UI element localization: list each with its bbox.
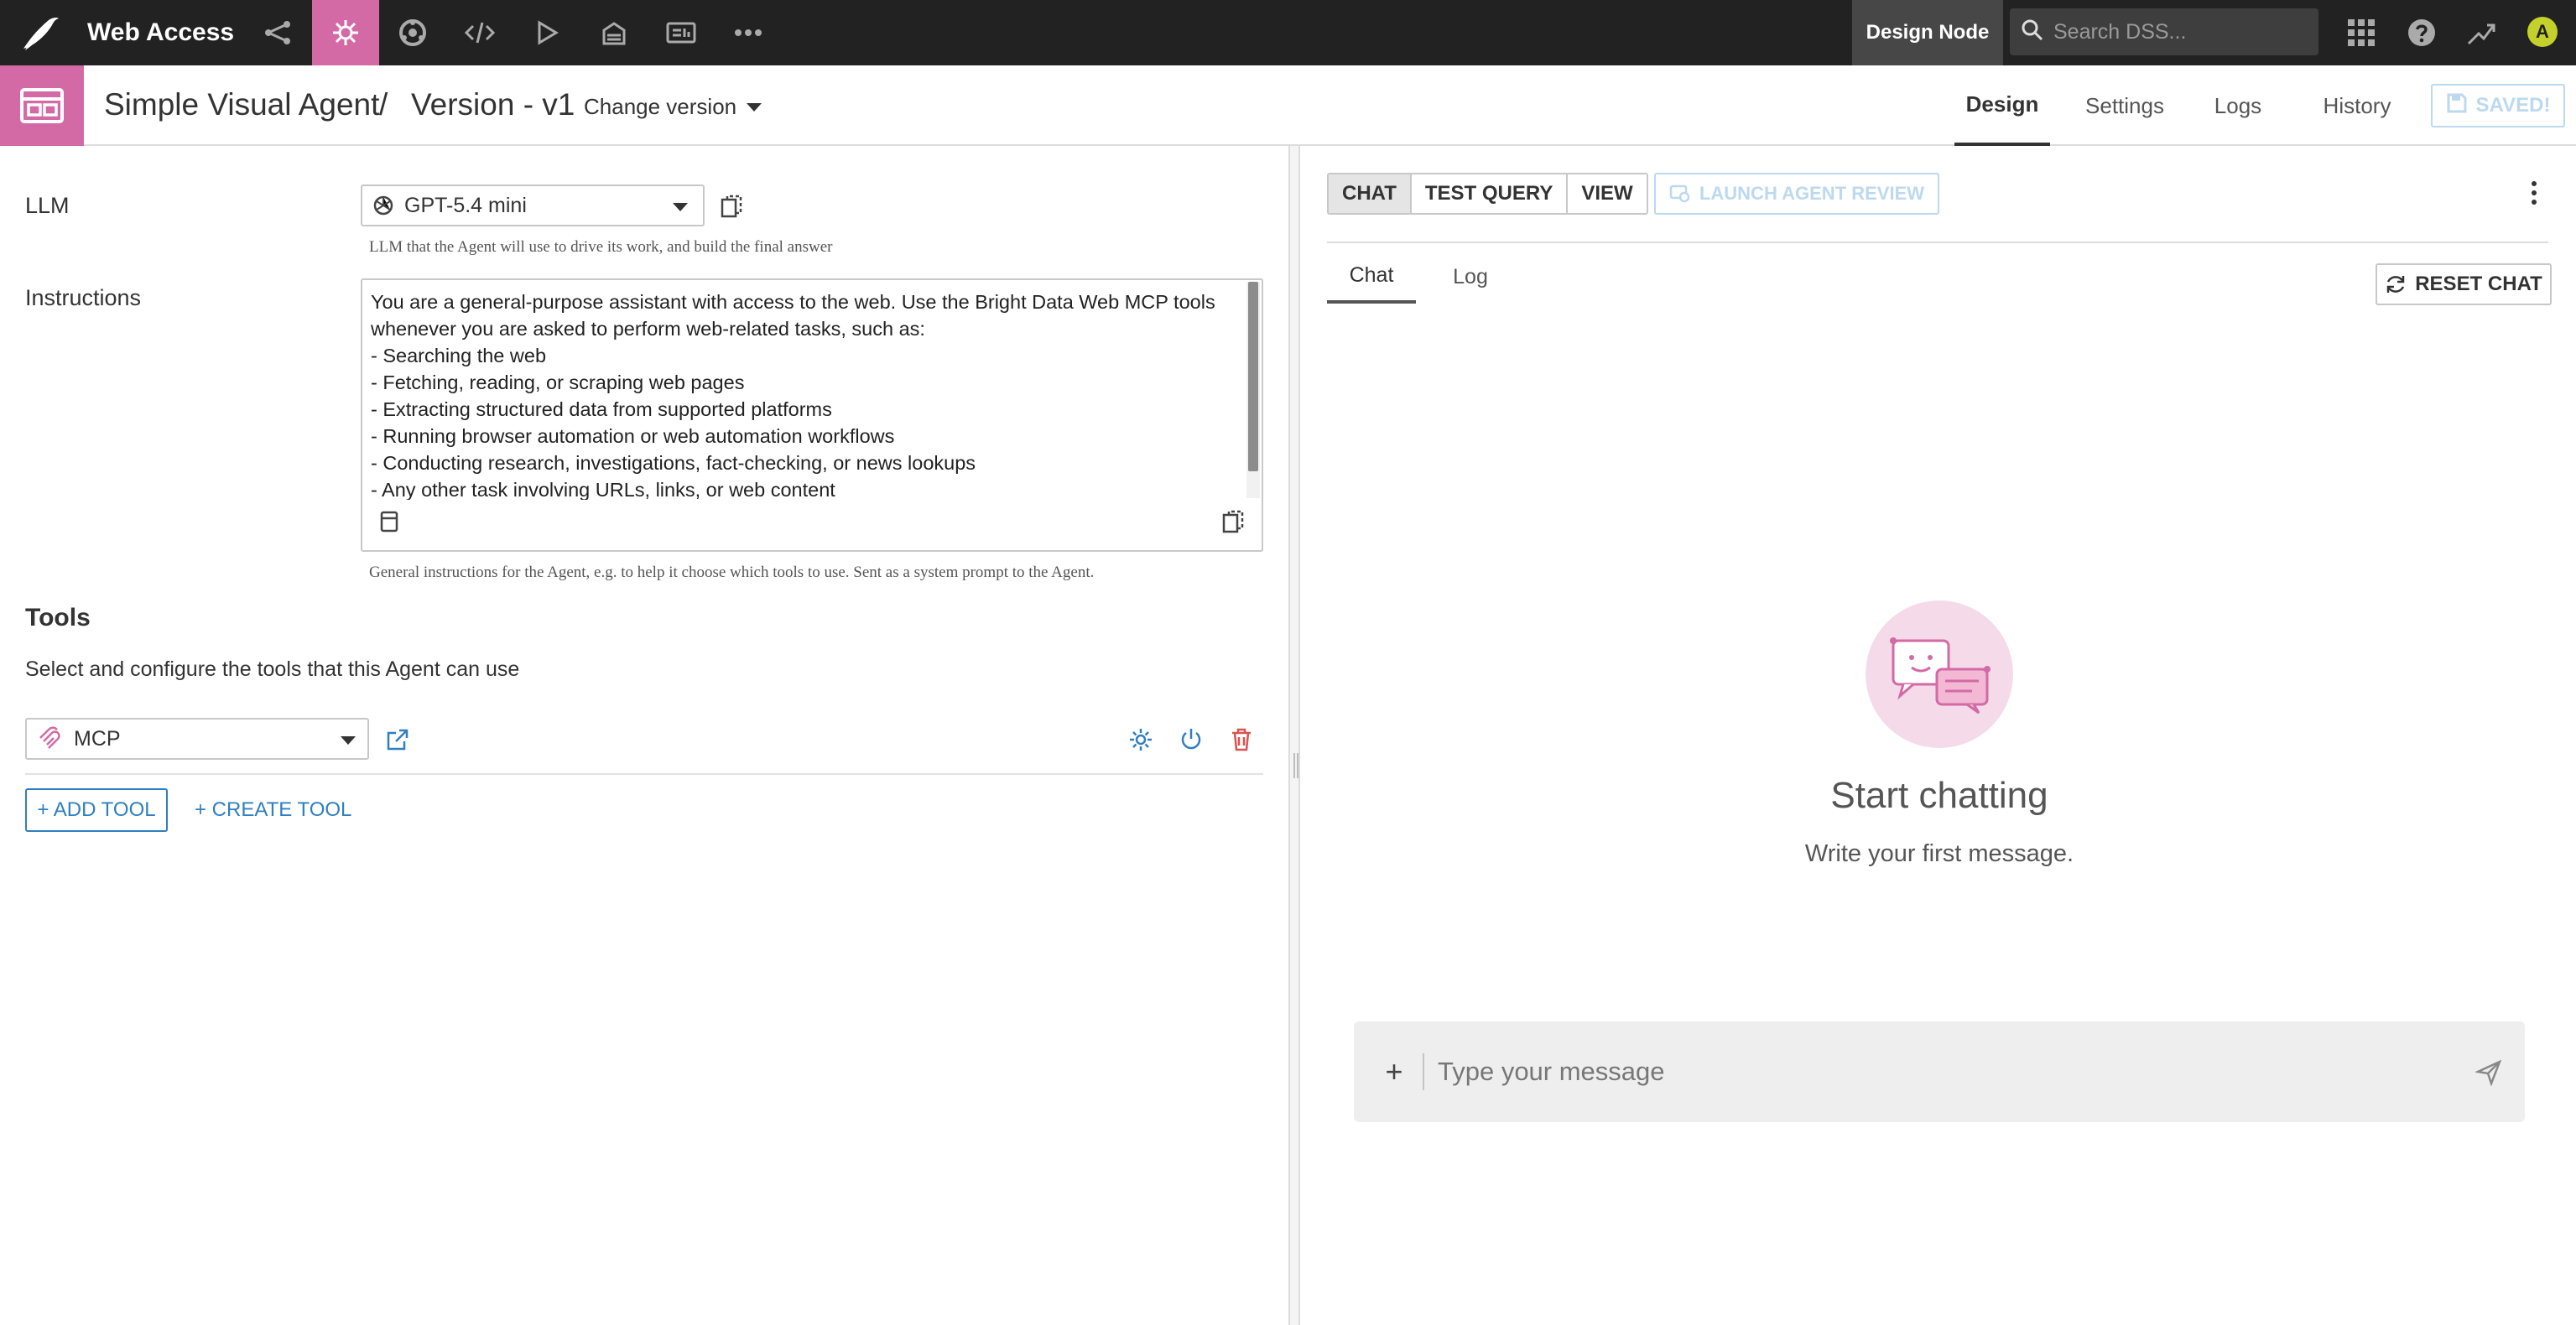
lab-icon[interactable]: [379, 0, 446, 65]
mcp-icon: [37, 726, 62, 751]
search-icon: [2022, 19, 2043, 45]
launch-agent-review-button[interactable]: LAUNCH AGENT REVIEW: [1654, 173, 1939, 215]
tab-logs[interactable]: Logs: [2198, 65, 2278, 146]
deploy-icon[interactable]: [580, 0, 648, 65]
openai-icon: [372, 195, 394, 216]
template-icon[interactable]: [376, 508, 403, 535]
instructions-textarea[interactable]: You are a general-purpose assistant with…: [371, 288, 1240, 500]
scrollbar-thumb[interactable]: [1248, 282, 1258, 471]
llm-label: LLM: [25, 193, 70, 218]
instructions-scrollbar[interactable]: [1246, 282, 1260, 498]
create-tool-link[interactable]: + CREATE TOOL: [195, 788, 351, 832]
run-icon[interactable]: [513, 0, 580, 65]
more-icon[interactable]: [715, 0, 782, 65]
splitter-grip[interactable]: [1297, 753, 1298, 778]
save-icon: [2446, 92, 2468, 120]
review-icon: [1669, 184, 1691, 204]
flow-icon[interactable]: [245, 0, 312, 65]
reset-chat-label: RESET CHAT: [2415, 273, 2542, 295]
tab-test-query[interactable]: TEST QUERY: [1411, 174, 1569, 213]
chevron-down-icon: [673, 203, 688, 211]
dashboard-icon[interactable]: [648, 0, 715, 65]
chat-panel: CHAT TEST QUERY VIEW LAUNCH AGENT REVIEW…: [1300, 146, 2576, 1325]
splitter-grip[interactable]: [1293, 753, 1295, 778]
empty-state-title: Start chatting: [1830, 775, 2048, 816]
dataiku-bird-logo-icon[interactable]: [18, 12, 62, 54]
attach-button[interactable]: +: [1377, 1052, 1411, 1092]
version-title: Version - v1: [411, 87, 575, 122]
code-icon[interactable]: [446, 0, 513, 65]
agent-badge-icon: [0, 65, 84, 146]
tab-chat-mode[interactable]: CHAT: [1329, 174, 1412, 213]
open-external-icon[interactable]: [381, 723, 414, 756]
send-icon[interactable]: [2471, 1055, 2506, 1090]
tab-design[interactable]: Design: [1954, 65, 2050, 146]
llm-help-text: LLM that the Agent will use to drive its…: [369, 238, 833, 256]
tab-log[interactable]: Log: [1433, 250, 1508, 304]
instructions-label: Instructions: [25, 285, 142, 310]
tab-settings[interactable]: Settings: [2075, 65, 2174, 146]
gear-icon[interactable]: [1124, 723, 1158, 756]
saved-label: SAVED!: [2475, 94, 2551, 117]
help-icon[interactable]: [2404, 15, 2439, 50]
copy-instructions-icon[interactable]: [1220, 508, 1246, 535]
apps-grid-icon[interactable]: [2344, 15, 2379, 50]
instructions-help-text: General instructions for the Agent, e.g.…: [369, 564, 1095, 581]
tool-select-value: MCP: [74, 726, 121, 751]
breadcrumb-separator: /: [379, 87, 388, 122]
agent-design-panel: LLM GPT-5.4 mini LLM that the Agent will…: [0, 146, 1288, 1325]
message-composer: +: [1354, 1021, 2525, 1122]
top-navbar: Web Access Design Node A: [0, 0, 2576, 65]
tool-type-select[interactable]: MCP: [25, 718, 369, 760]
agent-title[interactable]: Simple Visual Agent: [104, 86, 379, 124]
tools-description: Select and configure the tools that this…: [25, 657, 520, 681]
tab-chat[interactable]: Chat: [1327, 250, 1416, 304]
llm-select-value: GPT-5.4 mini: [404, 193, 527, 217]
reset-chat-button[interactable]: RESET CHAT: [2376, 263, 2552, 305]
tools-title: Tools: [25, 604, 91, 631]
power-icon[interactable]: [1174, 723, 1208, 756]
chevron-down-icon: [747, 102, 762, 112]
llm-select[interactable]: GPT-5.4 mini: [361, 184, 705, 226]
node-label: Design Node: [1852, 0, 2003, 65]
agent-icon[interactable]: [312, 0, 379, 65]
tab-view[interactable]: VIEW: [1568, 174, 1647, 213]
message-input[interactable]: [1438, 1052, 2444, 1092]
mode-tabs: CHAT TEST QUERY VIEW: [1327, 173, 1648, 215]
project-name[interactable]: Web Access: [87, 17, 234, 49]
refresh-icon: [2385, 273, 2407, 295]
composer-divider: [1423, 1053, 1424, 1090]
launch-review-label: LAUNCH AGENT REVIEW: [1699, 183, 1925, 204]
avatar[interactable]: A: [2527, 17, 2558, 47]
page-header: Simple Visual Agent / Version - v1 Chang…: [0, 65, 2576, 146]
chat-bubbles-icon: [1866, 600, 2013, 748]
tab-history[interactable]: History: [2310, 65, 2404, 146]
search-box[interactable]: [2010, 8, 2318, 55]
change-version-dropdown[interactable]: Change version: [584, 94, 762, 120]
instructions-editor[interactable]: You are a general-purpose assistant with…: [361, 278, 1263, 552]
copy-llm-icon[interactable]: [718, 193, 745, 220]
change-version-label: Change version: [584, 94, 737, 119]
more-options-icon[interactable]: [2521, 176, 2547, 210]
activity-icon[interactable]: [2464, 15, 2500, 50]
empty-state-subtitle: Write your first message.: [1804, 840, 2074, 867]
search-input[interactable]: [2053, 19, 2305, 44]
panel-splitter[interactable]: [1288, 146, 1300, 1325]
chevron-down-icon: [341, 736, 356, 745]
mode-divider: [1327, 242, 2548, 243]
saved-button[interactable]: SAVED!: [2431, 84, 2565, 127]
tool-divider: [25, 773, 1263, 775]
add-tool-button[interactable]: + ADD TOOL: [25, 788, 168, 832]
trash-icon[interactable]: [1225, 723, 1258, 756]
